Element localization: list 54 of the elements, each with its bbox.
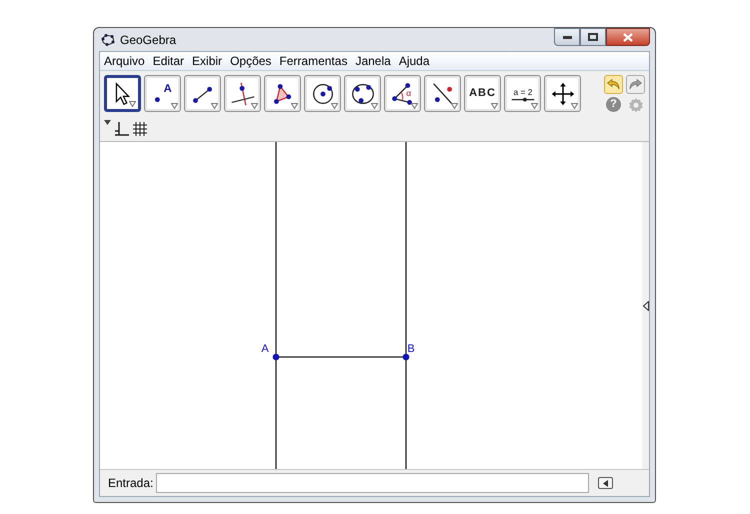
tool-button[interactable] — [184, 75, 221, 112]
tool-button[interactable] — [104, 75, 141, 112]
tool-button[interactable]: ABC — [464, 75, 501, 112]
minimize-button[interactable] — [554, 28, 580, 46]
close-button[interactable] — [606, 28, 650, 46]
tool-button[interactable] — [544, 75, 581, 112]
maximize-icon — [588, 33, 598, 41]
dropdown-triangle-icon — [411, 103, 418, 109]
dropdown-triangle-icon — [491, 103, 498, 109]
axes-icon[interactable] — [115, 122, 129, 136]
dropdown-triangle-icon — [531, 103, 538, 109]
collapse-arrow-icon[interactable] — [642, 300, 648, 310]
dropdown-triangle-icon — [129, 101, 136, 107]
grid-icon[interactable] — [133, 122, 147, 136]
collapse-triangle-icon[interactable] — [104, 120, 111, 125]
menu-item[interactable]: Ajuda — [394, 52, 434, 70]
menu-item[interactable]: Opções — [226, 52, 276, 70]
dropdown-triangle-icon — [291, 103, 298, 109]
close-icon — [623, 32, 633, 42]
dropdown-triangle-icon — [171, 103, 178, 109]
tool-button[interactable] — [344, 75, 381, 112]
menu-item[interactable]: Arquivo — [100, 52, 149, 70]
point-label: B — [407, 343, 415, 355]
dropdown-triangle-icon — [451, 103, 458, 109]
undo-arrow-icon — [607, 78, 620, 90]
menu-item[interactable]: Janela — [351, 52, 395, 70]
dropdown-triangle-icon — [331, 103, 338, 109]
point[interactable] — [272, 354, 280, 360]
dropdown-triangle-icon — [211, 103, 218, 109]
menu-item[interactable]: Ferramentas — [275, 52, 352, 70]
dropdown-triangle-icon — [371, 103, 378, 109]
tool-button[interactable] — [264, 75, 301, 112]
menu-item[interactable]: Exibir — [188, 52, 226, 70]
app-logo-icon — [101, 32, 115, 46]
tool-button[interactable] — [424, 75, 461, 112]
dropdown-triangle-icon — [251, 103, 258, 109]
input-label: Entrada: — [108, 475, 154, 492]
tool-button[interactable] — [304, 75, 341, 112]
point[interactable] — [402, 354, 410, 360]
maximize-button[interactable] — [580, 28, 606, 46]
minimize-icon — [562, 36, 572, 38]
triangle-left-icon — [602, 480, 608, 486]
tool-button[interactable] — [224, 75, 261, 112]
dropdown-triangle-icon — [571, 103, 578, 109]
menu-item[interactable]: Editar — [148, 52, 188, 70]
point-label: A — [261, 343, 269, 355]
vertical-line[interactable] — [275, 142, 277, 470]
toggle-button[interactable] — [598, 477, 613, 489]
vertical-line[interactable] — [405, 142, 407, 470]
undo-button[interactable] — [604, 74, 623, 94]
redo-arrow-icon — [629, 78, 642, 90]
graphics-view[interactable]: A B — [100, 142, 642, 470]
input-field[interactable] — [156, 473, 590, 493]
window-title: GeoGebra — [120, 32, 176, 48]
